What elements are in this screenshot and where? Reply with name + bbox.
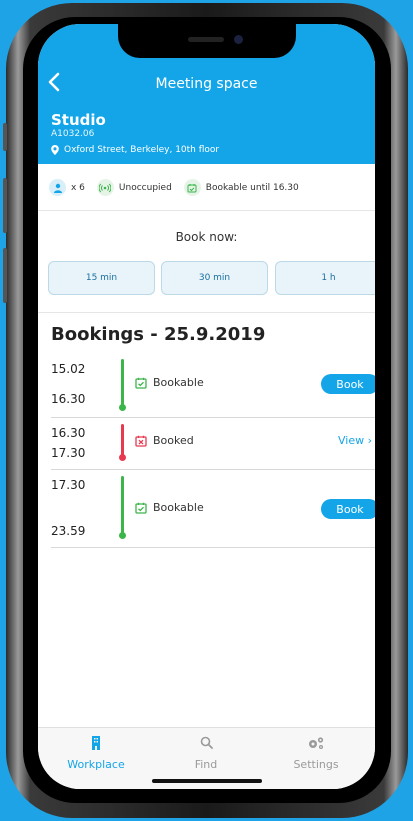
booking-end-time: 16.30 <box>51 392 86 406</box>
room-code: A1032.06 <box>51 129 95 139</box>
book-30-min-button[interactable]: 30 min <box>161 261 268 295</box>
booking-end-time: 17.30 <box>51 446 86 460</box>
timeline-dot <box>119 454 126 461</box>
book-15-min-button[interactable]: 15 min <box>48 261 155 295</box>
booking-end-time: 23.59 <box>51 524 86 538</box>
booking-start-time: 17.30 <box>51 478 86 492</box>
occupancy-info: Unoccupied <box>96 179 172 196</box>
calendar-check-icon <box>135 502 147 514</box>
booking-status: Booked <box>135 434 194 447</box>
row-divider <box>51 547 375 548</box>
bookable-text: Bookable until 16.30 <box>205 182 299 193</box>
room-name: Studio <box>51 111 106 129</box>
row-divider <box>51 417 375 418</box>
booking-status-text: Booked <box>153 434 194 447</box>
calendar-x-icon <box>135 435 147 447</box>
room-info-bar: x 6 Unoccupied Bookable until 16.30 <box>38 165 375 211</box>
gears-icon <box>309 737 324 749</box>
tab-workplace[interactable]: Workplace <box>46 736 146 771</box>
tab-label: Workplace <box>67 758 125 771</box>
building-icon <box>92 736 100 750</box>
room-address: Oxford Street, Berkeley, 10th floor <box>51 145 219 155</box>
capacity-text: x 6 <box>71 182 85 193</box>
address-text: Oxford Street, Berkeley, 10th floor <box>64 145 220 155</box>
volume-up-button <box>3 178 7 233</box>
row-divider <box>51 469 375 470</box>
booking-status-text: Bookable <box>153 501 204 514</box>
book-now-label: Book now: <box>175 230 238 244</box>
book-1-h-button[interactable]: 1 h <box>275 261 375 295</box>
booking-status: Bookable <box>135 376 204 389</box>
person-icon <box>49 179 66 196</box>
front-camera <box>234 35 243 44</box>
tab-find[interactable]: Find <box>156 736 256 771</box>
tab-label: Find <box>194 758 218 771</box>
capacity-info: x 6 <box>49 179 85 196</box>
location-pin-icon <box>51 145 59 155</box>
tab-label: Settings <box>293 758 339 771</box>
calendar-check-icon <box>183 179 201 196</box>
timeline-bar <box>121 476 124 536</box>
view-link[interactable]: View › <box>338 434 372 447</box>
bookable-info: Bookable until 16.30 <box>183 179 299 196</box>
app-screen: Meeting space Studio A1032.06 Oxford Str… <box>38 24 375 789</box>
calendar-check-icon <box>135 377 147 389</box>
volume-down-button <box>3 248 7 303</box>
timeline-bar <box>121 359 124 408</box>
booking-start-time: 15.02 <box>51 362 86 376</box>
booking-start-time: 16.30 <box>51 426 86 440</box>
page-title: Meeting space <box>155 76 258 92</box>
timeline-dot <box>119 404 126 411</box>
booking-status: Bookable <box>135 501 204 514</box>
tab-settings[interactable]: Settings <box>266 736 366 771</box>
home-indicator <box>152 779 262 783</box>
book-button[interactable]: Book <box>321 374 375 394</box>
booking-status-text: Bookable <box>153 376 204 389</box>
mute-switch <box>3 123 7 151</box>
notch <box>118 24 296 58</box>
timeline-dot <box>119 532 126 539</box>
book-button[interactable]: Book <box>321 499 375 519</box>
search-icon <box>200 736 213 749</box>
bookings-title: Bookings - 25.9.2019 <box>51 324 266 345</box>
sensor-icon <box>96 179 114 196</box>
occupancy-text: Unoccupied <box>118 182 172 193</box>
timeline-bar <box>121 424 124 458</box>
speaker <box>188 37 224 42</box>
section-divider <box>38 312 375 313</box>
